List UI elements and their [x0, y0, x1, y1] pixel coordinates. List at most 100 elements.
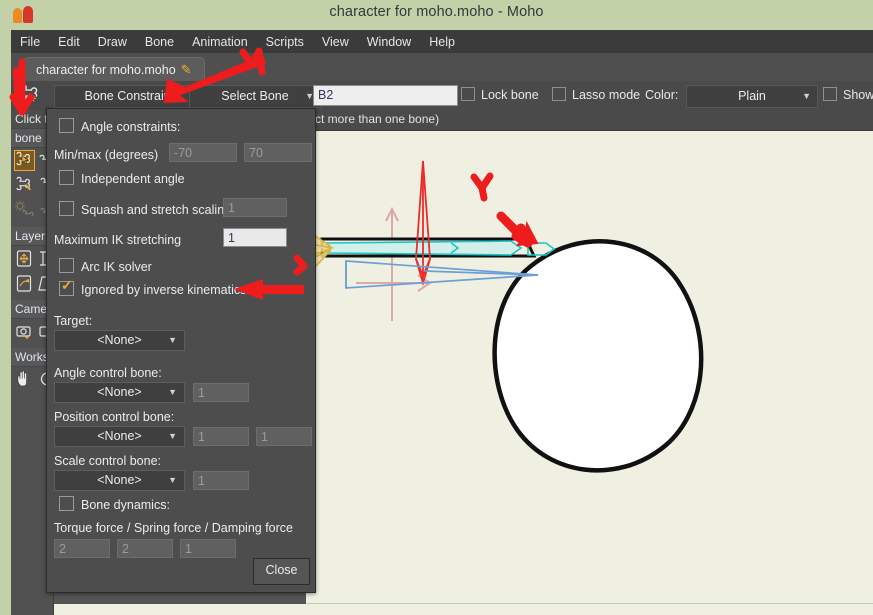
angle-min-input[interactable]: -70 — [169, 143, 237, 162]
ignored-by-ik-label: Ignored by inverse kinematics — [81, 283, 247, 297]
scale-control-bone-combo[interactable]: <None> ▼ — [54, 470, 185, 491]
checkbox-box — [552, 87, 566, 101]
arc-ik-solver-checkbox[interactable] — [59, 258, 74, 273]
damping-force-value: 1 — [185, 542, 192, 556]
color-combo-value: Plain — [738, 89, 766, 103]
ignored-by-ik-checkbox[interactable] — [59, 278, 74, 296]
chevron-down-icon: ▼ — [802, 91, 811, 101]
bone-head-vertical — [415, 160, 431, 287]
arc-ik-solver-label: Arc IK solver — [81, 260, 152, 274]
moho-application-window: character for moho.moho - Moho File Edit… — [0, 0, 873, 615]
title-bar: character for moho.moho - Moho — [0, 0, 873, 30]
menu-item-bone[interactable]: Bone — [136, 30, 183, 53]
menu-item-draw[interactable]: Draw — [89, 30, 136, 53]
document-tab-strip: character for moho.moho ✎ — [11, 53, 873, 82]
scale-control-bone-label: Scale control bone: — [54, 454, 162, 468]
angle-constraints-checkbox[interactable] — [59, 118, 74, 133]
menu-item-view[interactable]: View — [313, 30, 358, 53]
spring-force-value: 2 — [122, 542, 129, 556]
angle-control-bone-label: Angle control bone: — [54, 366, 162, 380]
target-combo-value: <None> — [97, 333, 142, 347]
damping-force-input[interactable]: 1 — [180, 539, 236, 558]
max-ik-stretching-input[interactable]: 1 — [223, 228, 287, 247]
show-labels-checkbox[interactable]: Show lab — [823, 85, 873, 105]
canvas-bottom-gap — [53, 604, 873, 615]
position-control-scalar-y-value: 1 — [261, 430, 268, 444]
translate-layer-icon[interactable] — [14, 248, 35, 269]
angle-control-scalar-value: 1 — [198, 386, 205, 400]
angle-control-scalar-input[interactable]: 1 — [193, 383, 249, 402]
menu-item-animation[interactable]: Animation — [183, 30, 257, 53]
position-control-bone-combo[interactable]: <None> ▼ — [54, 426, 185, 447]
pencil-icon: ✎ — [180, 62, 192, 77]
tool-group-combo[interactable]: Bone Constraints ▼ — [54, 85, 211, 108]
position-control-bone-value: <None> — [97, 429, 142, 443]
position-control-scalar-x-input[interactable]: 1 — [193, 427, 249, 446]
tool-options-bar: Bone Constraints ▼ Select Bone ▼ B2 Lock… — [11, 81, 873, 111]
checkbox-box — [823, 87, 837, 101]
bone-name-input[interactable]: B2 — [313, 85, 458, 106]
select-bone-combo[interactable]: Select Bone ▼ — [189, 85, 321, 108]
menu-item-scripts[interactable]: Scripts — [257, 30, 313, 53]
select-bone-combo-value: Select Bone — [221, 89, 289, 103]
angle-constraints-label: Angle constraints: — [81, 120, 181, 134]
lock-bone-checkbox[interactable]: Lock bone — [461, 85, 539, 105]
position-control-scalar-x-value: 1 — [198, 430, 205, 444]
lasso-mode-checkbox[interactable]: Lasso mode — [552, 85, 640, 105]
show-labels-label: Show lab — [843, 88, 873, 102]
independent-angle-checkbox[interactable] — [59, 170, 74, 185]
angle-max-input[interactable]: 70 — [244, 143, 312, 162]
target-combo[interactable]: <None> ▼ — [54, 330, 185, 351]
squash-stretch-value: 1 — [228, 201, 235, 215]
select-bone-icon[interactable] — [14, 150, 35, 171]
document-tab[interactable]: character for moho.moho ✎ — [23, 57, 205, 82]
independent-angle-label: Independent angle — [81, 172, 185, 186]
position-control-scalar-y-input[interactable]: 1 — [256, 427, 312, 446]
bone-dynamics-checkbox[interactable] — [59, 496, 74, 511]
bone-name-value: B2 — [318, 88, 334, 102]
squash-stretch-checkbox[interactable] — [59, 201, 74, 216]
torque-force-input[interactable]: 2 — [54, 539, 110, 558]
scale-control-bone-value: <None> — [97, 473, 142, 487]
minmax-label: Min/max (degrees) — [54, 148, 159, 162]
close-button[interactable]: Close — [253, 558, 310, 585]
bone-select-tool-icon[interactable] — [17, 84, 45, 106]
checkbox-box — [461, 87, 475, 101]
menu-item-help[interactable]: Help — [420, 30, 464, 53]
scale-control-scalar-input[interactable]: 1 — [193, 471, 249, 490]
squash-stretch-label: Squash and stretch scaling — [81, 203, 232, 217]
menu-item-edit[interactable]: Edit — [49, 30, 89, 53]
target-label: Target: — [54, 314, 93, 328]
pan-workspace-icon[interactable] — [14, 369, 35, 390]
close-button-label: Close — [265, 563, 298, 577]
track-camera-icon[interactable] — [14, 321, 35, 342]
bone-constraints-dialog: Angle constraints: Min/max (degrees) -70… — [46, 108, 316, 593]
chevron-down-icon: ▼ — [168, 335, 177, 345]
angle-control-bone-combo[interactable]: <None> ▼ — [54, 382, 185, 403]
tool-group-combo-value: Bone Constraints — [84, 89, 181, 103]
scale-control-scalar-value: 1 — [198, 474, 205, 488]
max-ik-stretching-label: Maximum IK stretching — [54, 233, 182, 247]
max-ik-stretching-value: 1 — [228, 231, 235, 245]
forces-label: Torque force / Spring force / Damping fo… — [54, 521, 294, 535]
menu-bar: File Edit Draw Bone Animation Scripts Vi… — [11, 30, 873, 54]
angle-min-value: -70 — [174, 146, 193, 160]
chevron-down-icon: ▼ — [168, 431, 177, 441]
manipulate-bone-icon[interactable] — [14, 175, 35, 196]
spring-force-input[interactable]: 2 — [117, 539, 173, 558]
rotate-layer-icon[interactable] — [14, 273, 35, 294]
angle-max-value: 70 — [249, 146, 263, 160]
angle-control-bone-value: <None> — [97, 385, 142, 399]
color-combo[interactable]: Plain ▼ — [686, 85, 818, 108]
torque-force-value: 2 — [59, 542, 66, 556]
menu-item-window[interactable]: Window — [358, 30, 420, 53]
menu-item-file[interactable]: File — [11, 30, 49, 53]
drawing-canvas[interactable] — [306, 131, 873, 603]
squash-stretch-input[interactable]: 1 — [223, 198, 287, 217]
chevron-down-icon: ▼ — [168, 475, 177, 485]
window-title: character for moho.moho - Moho — [329, 4, 544, 20]
offset-bone-icon[interactable] — [14, 200, 35, 221]
lock-bone-label: Lock bone — [481, 88, 539, 102]
position-control-bone-label: Position control bone: — [54, 410, 175, 424]
lasso-mode-label: Lasso mode — [572, 88, 641, 102]
